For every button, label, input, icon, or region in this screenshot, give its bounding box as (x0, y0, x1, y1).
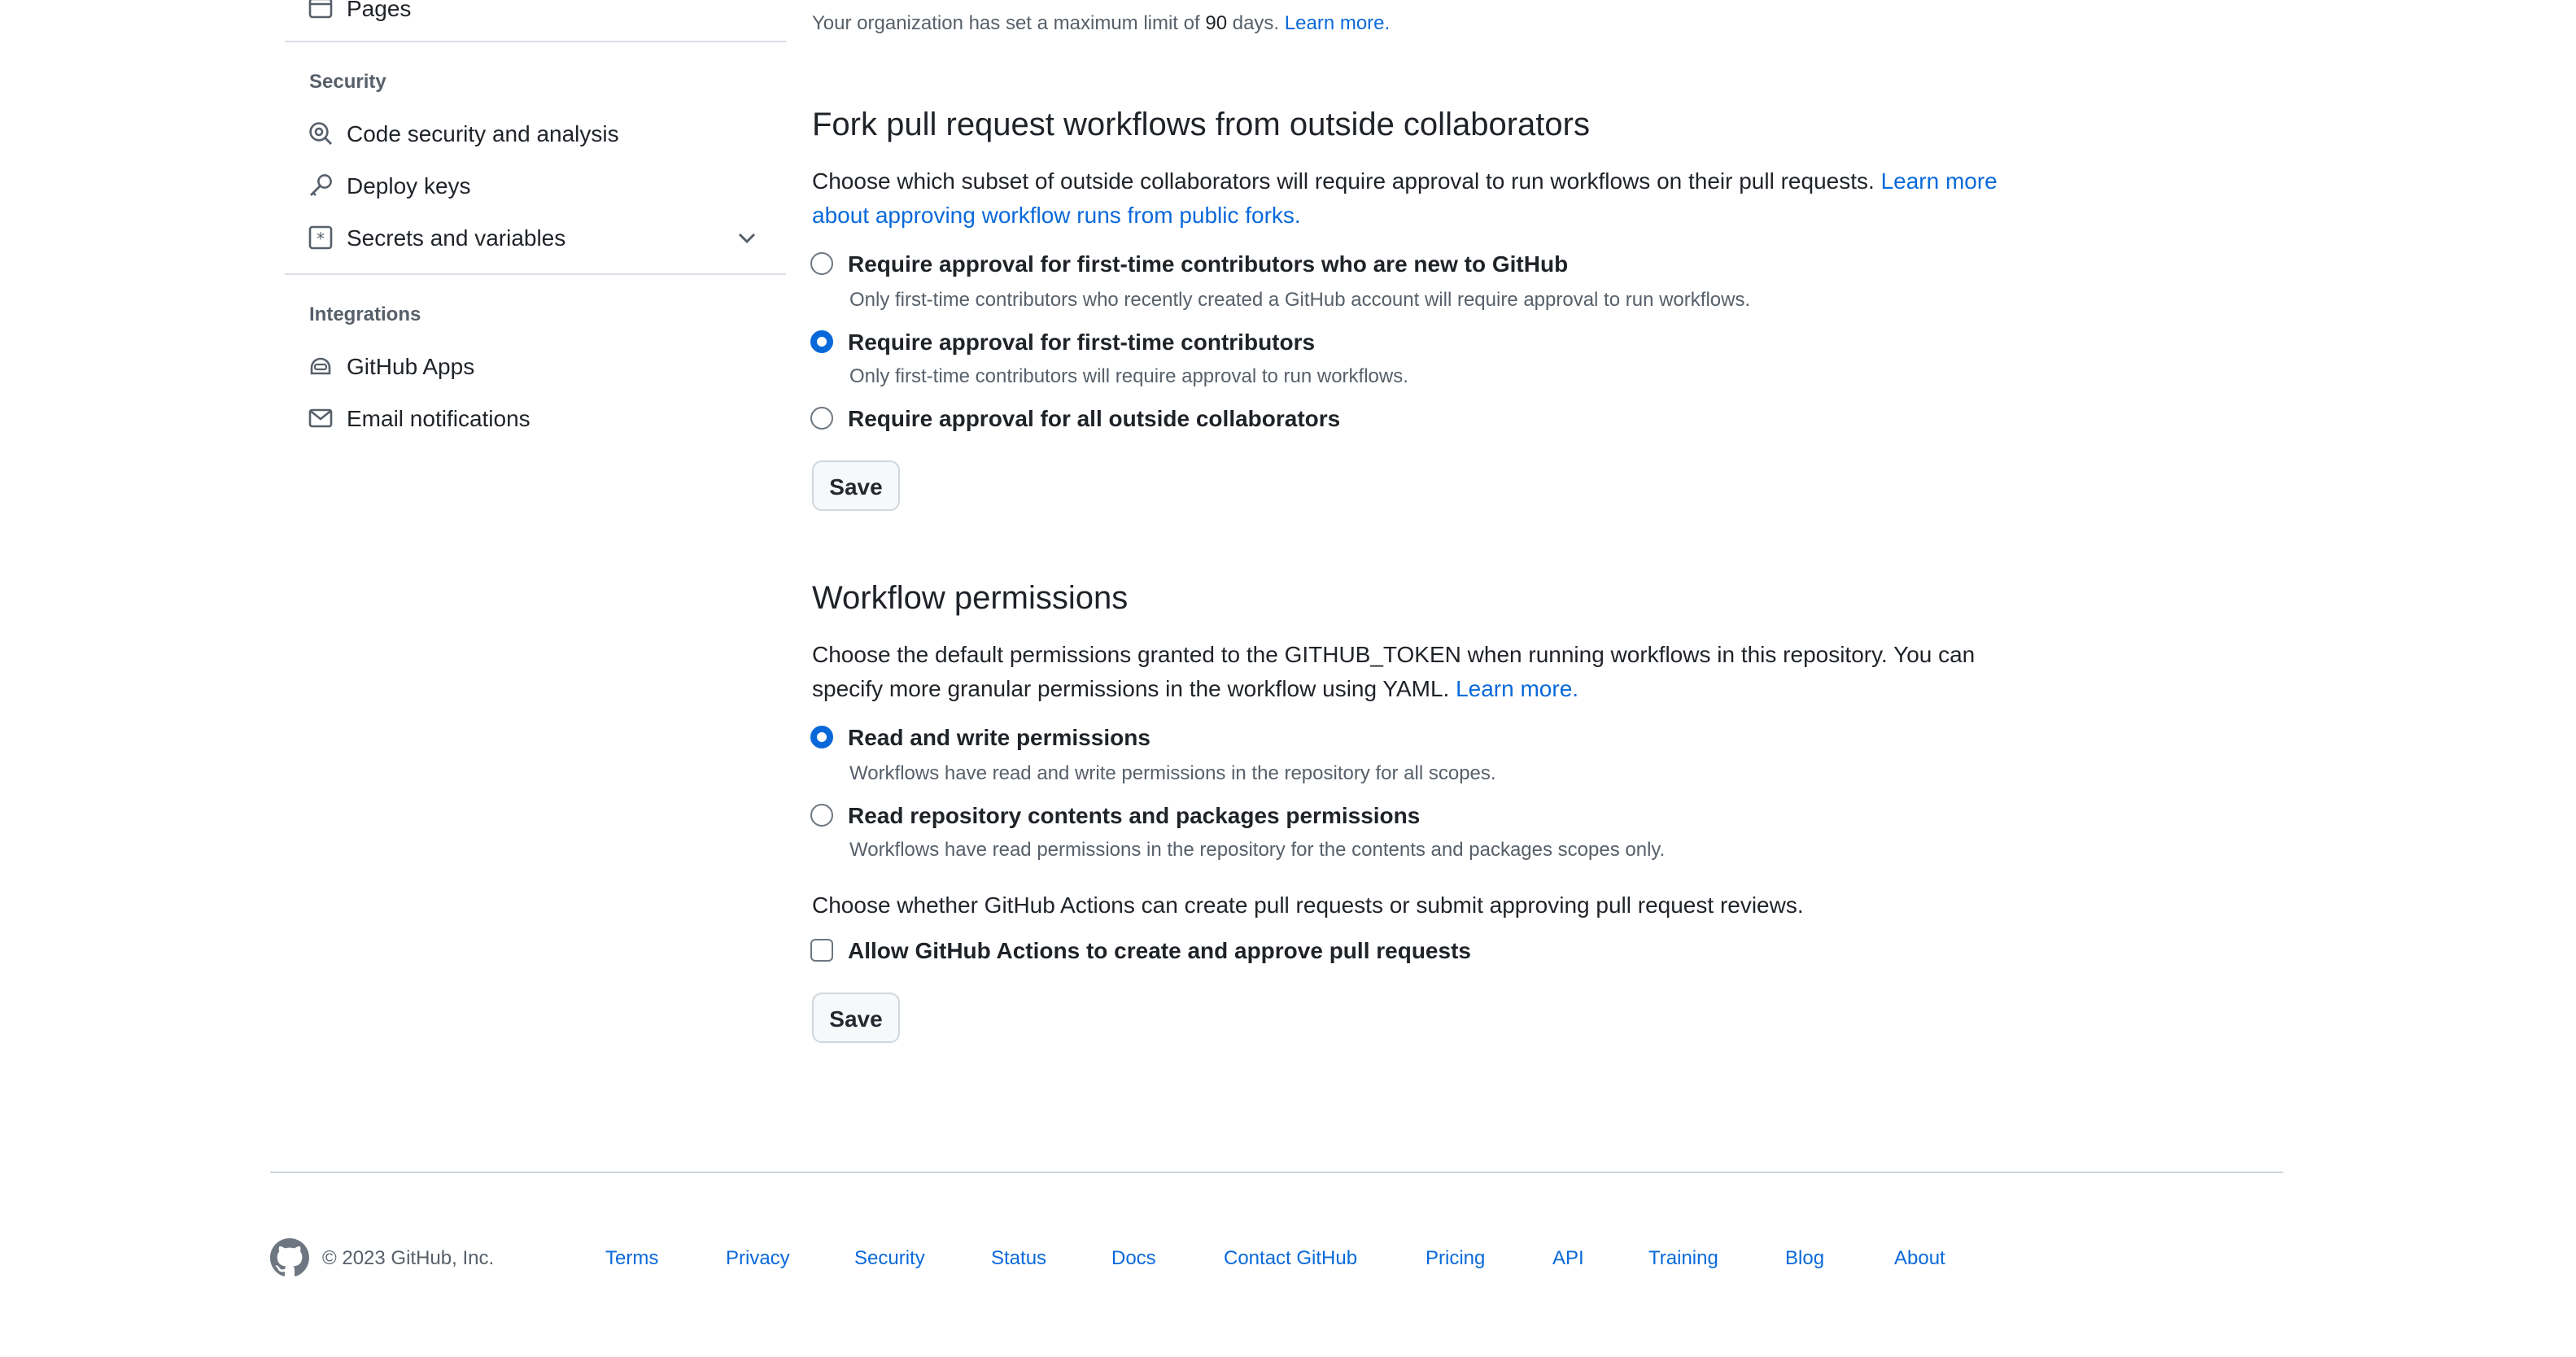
option-label: Require approval for first-time contribu… (848, 251, 1569, 277)
retention-limit: 90 (1205, 11, 1228, 34)
allow-actions-pr-checkbox-row[interactable]: Allow GitHub Actions to create and appro… (810, 937, 1471, 963)
checkbox-label: Allow GitHub Actions to create and appro… (848, 937, 1471, 963)
option-note: Only first-time contributors will requir… (849, 364, 1408, 387)
fork-description-text: Choose which subset of outside collabora… (812, 168, 1875, 194)
workflow-permissions-title: Workflow permissions (812, 581, 1129, 617)
footer-link-blog[interactable]: Blog (1785, 1246, 1824, 1269)
sidebar-item-label: Email notifications (347, 405, 530, 431)
footer-link-docs[interactable]: Docs (1111, 1246, 1156, 1269)
workflow-learn-more-link[interactable]: Learn more. (1456, 675, 1578, 701)
sidebar-heading-security: Security (309, 70, 386, 93)
fork-option-all-outside[interactable]: Require approval for all outside collabo… (810, 405, 1340, 431)
fork-save-button[interactable]: Save (812, 460, 900, 511)
workflow-description-text: Choose the default permissions granted t… (812, 641, 1976, 701)
radio-button-selected[interactable] (810, 330, 833, 353)
sidebar-item-email-notifications[interactable]: Email notifications (308, 397, 779, 439)
svg-text:*: * (317, 229, 325, 248)
sidebar-item-label: Secrets and variables (347, 225, 566, 251)
option-label: Require approval for first-time contribu… (848, 329, 1316, 355)
footer-copyright: © 2023 GitHub, Inc. (322, 1246, 495, 1269)
mail-icon (308, 405, 334, 431)
retention-text: Your organization has set a maximum limi… (812, 11, 1206, 34)
footer-link-contact[interactable]: Contact GitHub (1224, 1246, 1357, 1269)
sidebar-item-label: Code security and analysis (347, 120, 619, 146)
footer-link-status[interactable]: Status (991, 1246, 1046, 1269)
sidebar-heading-integrations: Integrations (309, 303, 421, 325)
radio-button[interactable] (810, 804, 833, 827)
retention-note: Your organization has set a maximum limi… (812, 11, 1390, 34)
sidebar-item-pages[interactable]: Pages (308, 0, 779, 29)
sidebar-divider (285, 273, 786, 275)
footer-link-security[interactable]: Security (854, 1246, 925, 1269)
pr-permission-text: Choose whether GitHub Actions can create… (812, 892, 1804, 918)
sidebar-item-github-apps[interactable]: GitHub Apps (308, 345, 779, 387)
option-label: Require approval for all outside collabo… (848, 405, 1341, 431)
checkbox[interactable] (810, 939, 833, 962)
fork-section-description: Choose which subset of outside collabora… (812, 164, 2049, 233)
permission-option-read-write[interactable]: Read and write permissions (810, 724, 1150, 750)
option-label: Read and write permissions (848, 724, 1150, 750)
chevron-down-icon[interactable] (734, 225, 760, 251)
option-label: Read repository contents and packages pe… (848, 802, 1421, 828)
footer-link-pricing[interactable]: Pricing (1426, 1246, 1485, 1269)
workflow-permissions-description: Choose the default permissions granted t… (812, 638, 2049, 706)
radio-button[interactable] (810, 407, 833, 430)
retention-text-post: days. (1227, 11, 1280, 34)
footer-link-api[interactable]: API (1552, 1246, 1584, 1269)
footer-link-about[interactable]: About (1894, 1246, 1945, 1269)
key-icon (308, 172, 334, 199)
option-note: Workflows have read and write permission… (849, 761, 1496, 784)
fork-section-title: Fork pull request workflows from outside… (812, 107, 1590, 143)
sidebar-item-label: GitHub Apps (347, 353, 475, 379)
workflow-save-button[interactable]: Save (812, 993, 900, 1043)
permission-option-read-only[interactable]: Read repository contents and packages pe… (810, 802, 1420, 828)
sidebar-item-label: Deploy keys (347, 172, 471, 199)
sidebar-item-code-security[interactable]: Code security and analysis (308, 112, 779, 155)
fork-option-first-time[interactable]: Require approval for first-time contribu… (810, 329, 1315, 355)
radio-button[interactable] (810, 252, 833, 275)
sidebar-item-label: Pages (347, 0, 412, 21)
radio-button-selected[interactable] (810, 726, 833, 748)
sidebar-item-secrets-and-variables[interactable]: * Secrets and variables (308, 216, 779, 259)
app-robot-icon (308, 353, 334, 379)
footer-link-training[interactable]: Training (1648, 1246, 1718, 1269)
footer-link-privacy[interactable]: Privacy (726, 1246, 790, 1269)
sidebar-item-deploy-keys[interactable]: Deploy keys (308, 164, 779, 207)
github-logo-icon[interactable] (270, 1238, 309, 1277)
shield-search-icon (308, 120, 334, 146)
sidebar-divider (285, 41, 786, 42)
option-note: Workflows have read permissions in the r… (849, 838, 1666, 861)
browser-icon (308, 0, 334, 21)
retention-learn-more-link[interactable]: Learn more. (1285, 11, 1390, 34)
option-note: Only first-time contributors who recentl… (849, 288, 1751, 311)
fork-option-new-to-github[interactable]: Require approval for first-time contribu… (810, 251, 1568, 277)
footer-link-terms[interactable]: Terms (605, 1246, 658, 1269)
footer-divider (270, 1172, 2283, 1173)
asterisk-box-icon: * (308, 225, 334, 251)
